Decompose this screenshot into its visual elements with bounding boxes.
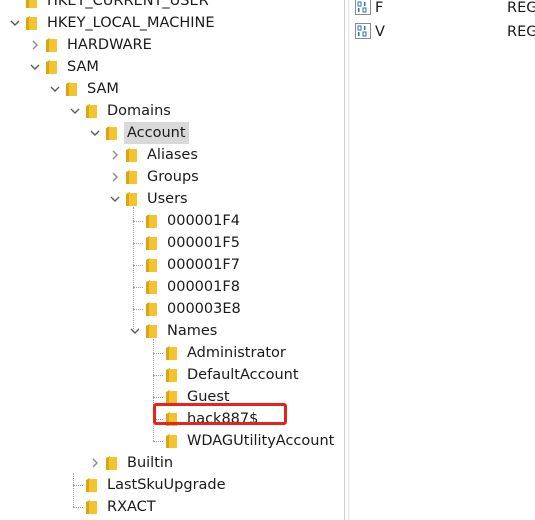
folder-icon (85, 477, 98, 493)
binary-value-icon (355, 0, 371, 15)
tree-node-label[interactable]: 000001F7 (164, 254, 243, 276)
tree-guide-line (153, 339, 154, 441)
tree-guide-line (73, 507, 83, 508)
tree-node-label[interactable]: 000003E8 (164, 298, 244, 320)
folder-icon (165, 367, 178, 383)
value-row[interactable]: V REG (349, 21, 535, 43)
tree-node-label[interactable]: 000001F4 (164, 210, 243, 232)
folder-icon (105, 125, 118, 141)
folder-icon (105, 455, 118, 471)
folder-icon (25, 15, 38, 31)
chevron-right-icon[interactable] (108, 144, 122, 166)
value-type: REG (507, 24, 535, 40)
value-name: F (375, 0, 384, 16)
chevron-down-icon[interactable] (88, 122, 102, 144)
chevron-down-icon[interactable] (128, 320, 142, 342)
binary-value-icon (355, 23, 371, 39)
folder-icon (165, 433, 178, 449)
chevron-down-icon[interactable] (48, 78, 62, 100)
tree-node-label[interactable]: LastSkuUpgrade (104, 474, 229, 496)
registry-key-tree[interactable]: HKEY_CURRENT_USER HKEY_LOCAL_MACHINE HARDW… (0, 0, 344, 520)
folder-icon (145, 257, 158, 273)
folder-icon (25, 0, 38, 9)
tree-node-label[interactable]: Domains (104, 100, 174, 122)
folder-icon (125, 191, 138, 207)
chevron-down-icon[interactable] (108, 188, 122, 210)
pane-splitter[interactable] (344, 0, 345, 520)
value-name: V (375, 24, 385, 40)
tree-guide-line (133, 265, 143, 266)
tree-guide-line (153, 397, 163, 398)
tree-node-label[interactable]: Builtin (124, 452, 176, 474)
chevron-right-icon[interactable] (88, 452, 102, 474)
chevron-right-icon[interactable] (108, 166, 122, 188)
folder-icon (45, 59, 58, 75)
folder-icon (145, 301, 158, 317)
folder-icon (125, 147, 138, 163)
folder-icon (165, 345, 178, 361)
folder-icon (65, 81, 78, 97)
tree-node-label[interactable]: RXACT (104, 496, 159, 518)
folder-icon (45, 37, 58, 53)
tree-guide-line (133, 309, 143, 310)
tree-node-label[interactable]: SAM (64, 56, 102, 78)
folder-icon (145, 323, 158, 339)
tree-node-label[interactable]: HKEY_CURRENT_USER (44, 0, 212, 12)
tree-node-label[interactable]: WDAGUtilityAccount (184, 430, 337, 452)
tree-guide-line (73, 485, 83, 486)
tree-node-label[interactable]: Administrator (184, 342, 289, 364)
folder-icon (145, 279, 158, 295)
tree-guide-line (133, 243, 143, 244)
tree-guide-line (73, 473, 74, 507)
tree-node-label[interactable]: SAM (84, 78, 122, 100)
chevron-right-icon[interactable] (28, 34, 42, 56)
tree-node-label[interactable]: Users (144, 188, 191, 210)
folder-icon (145, 235, 158, 251)
folder-icon (125, 169, 138, 185)
tree-node-label[interactable]: HARDWARE (64, 34, 155, 56)
folder-icon (145, 213, 158, 229)
chevron-down-icon[interactable] (28, 56, 42, 78)
tree-guide-line (153, 375, 163, 376)
value-row[interactable]: F REG (349, 0, 535, 19)
tree-guide-line (133, 221, 143, 222)
tree-node-label[interactable]: Aliases (144, 144, 201, 166)
value-type: REG (507, 0, 535, 16)
tree-node-label[interactable]: HKEY_LOCAL_MACHINE (44, 12, 218, 34)
annotation-highlight-box (153, 403, 287, 425)
tree-guide-line (153, 353, 163, 354)
tree-guide-line (133, 207, 134, 331)
tree-node-label[interactable]: Account (124, 122, 189, 144)
registry-values-list[interactable]: F REG V REG (349, 0, 535, 520)
chevron-down-icon[interactable] (8, 12, 22, 34)
tree-node-label[interactable]: Groups (144, 166, 202, 188)
tree-node-label[interactable]: Names (164, 320, 220, 342)
tree-node-label[interactable]: DefaultAccount (184, 364, 302, 386)
folder-icon (85, 103, 98, 119)
tree-node-label[interactable]: 000001F5 (164, 232, 243, 254)
folder-icon (85, 499, 98, 515)
tree-guide-line (133, 287, 143, 288)
chevron-down-icon[interactable] (68, 100, 82, 122)
tree-guide-line (153, 441, 163, 442)
tree-node-label[interactable]: 000001F8 (164, 276, 243, 298)
